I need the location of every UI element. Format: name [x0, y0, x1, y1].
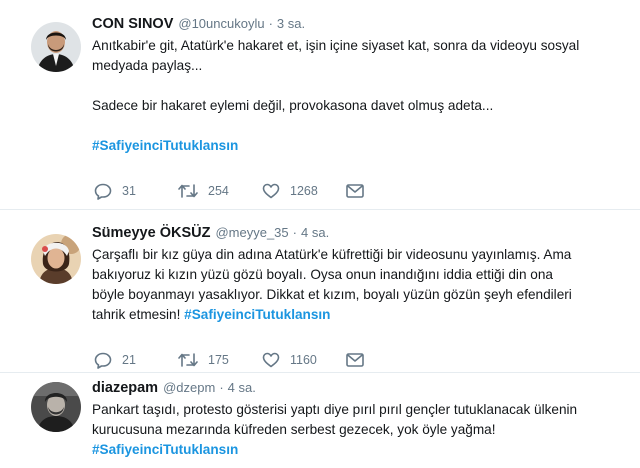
like-count: 1268 — [290, 184, 318, 198]
direct-message-button[interactable] — [346, 353, 374, 367]
tweet-text: Çarşaflı bir kız güya din adına Atatürk'… — [92, 245, 624, 325]
display-name[interactable]: Sümeyye ÖKSÜZ — [92, 223, 210, 243]
retweet-count: 254 — [208, 184, 229, 198]
display-name[interactable]: CON SINOV — [92, 14, 173, 34]
direct-message-button[interactable] — [346, 184, 374, 198]
tweet-header: Sümeyye ÖKSÜZ @meyye_35 · 4 sa. — [92, 223, 624, 243]
tweet-text-line: kurucusuna mezarında küfreden serbest ge… — [92, 422, 496, 437]
tweet-header: CON SINOV @10uncukoylu · 3 sa. — [92, 14, 624, 34]
reply-icon — [94, 183, 112, 200]
hashtag-link[interactable]: #SafiyeinciTutuklansın — [92, 138, 238, 153]
tweet-header: diazepam @dzepm · 4 sa. — [92, 378, 624, 398]
retweet-button[interactable]: 175 — [178, 352, 262, 368]
hashtag-link[interactable]: #SafiyeinciTutuklansın — [184, 307, 330, 322]
like-icon — [262, 183, 280, 199]
tweet-text: Anıtkabir'e git, Atatürk'e hakaret et, i… — [92, 36, 624, 156]
tweet-text-line: medyada paylaş... — [92, 58, 203, 73]
separator-dot: · — [219, 380, 224, 395]
tweet[interactable]: diazepam @dzepm · 4 sa. Pankart taşıdı, … — [0, 373, 640, 468]
avatar[interactable] — [31, 22, 81, 72]
reply-count: 31 — [122, 184, 136, 198]
reply-count: 21 — [122, 353, 136, 367]
retweet-icon — [178, 353, 198, 367]
tweet-text-line: tahrik etmesin! #SafiyeinciTutuklansın — [92, 305, 624, 325]
separator-dot: · — [268, 16, 273, 31]
timestamp[interactable]: 3 sa. — [277, 14, 305, 34]
direct-message-icon — [346, 353, 364, 367]
tweet-text-fragment: tahrik etmesin! — [92, 307, 185, 322]
retweet-icon — [178, 184, 198, 198]
tweet-feed: CON SINOV @10uncukoylu · 3 sa. Anıtkabir… — [0, 0, 640, 468]
retweet-count: 175 — [208, 353, 229, 367]
tweet-actions: 31 254 1268 — [94, 181, 374, 201]
tweet-text-line — [92, 116, 624, 136]
user-handle[interactable]: @meyye_35 — [215, 223, 288, 243]
like-count: 1160 — [290, 353, 317, 367]
avatar[interactable] — [31, 234, 81, 284]
like-icon — [262, 352, 280, 368]
timestamp[interactable]: 4 sa. — [301, 223, 329, 243]
like-button[interactable]: 1160 — [262, 352, 346, 368]
user-handle[interactable]: @dzepm — [163, 378, 215, 398]
reply-icon — [94, 352, 112, 369]
tweet-text-line: böyle boyanmayı yasaklıyor. Dikkat et kı… — [92, 287, 572, 302]
tweet-actions: 21 175 1160 — [94, 350, 374, 370]
tweet-text-line: Sadece bir hakaret eylemi değil, provoka… — [92, 98, 494, 113]
tweet-text: Pankart taşıdı, protesto gösterisi yaptı… — [92, 400, 624, 460]
tweet[interactable]: Sümeyye ÖKSÜZ @meyye_35 · 4 sa. Çarşaflı… — [0, 210, 640, 373]
display-name[interactable]: diazepam — [92, 378, 158, 398]
reply-button[interactable]: 31 — [94, 183, 178, 200]
timestamp[interactable]: 4 sa. — [228, 378, 256, 398]
tweet-text-line: Pankart taşıdı, protesto gösterisi yaptı… — [92, 402, 578, 417]
tweet-text-line: Anıtkabir'e git, Atatürk'e hakaret et, i… — [92, 38, 580, 53]
like-button[interactable]: 1268 — [262, 183, 346, 199]
retweet-button[interactable]: 254 — [178, 183, 262, 199]
tweet-text-line: Çarşaflı bir kız güya din adına Atatürk'… — [92, 247, 572, 262]
direct-message-icon — [346, 184, 364, 198]
tweet-text-line — [92, 76, 624, 96]
separator-dot: · — [292, 225, 297, 240]
user-handle[interactable]: @10uncukoylu — [178, 14, 264, 34]
hashtag-link[interactable]: #SafiyeinciTutuklansın — [92, 442, 238, 457]
reply-button[interactable]: 21 — [94, 352, 178, 369]
tweet[interactable]: CON SINOV @10uncukoylu · 3 sa. Anıtkabir… — [0, 0, 640, 210]
tweet-text-line: bakıyoruz ki kızın yüzü gözü boyalı. Oys… — [92, 267, 553, 282]
avatar[interactable] — [31, 382, 81, 432]
